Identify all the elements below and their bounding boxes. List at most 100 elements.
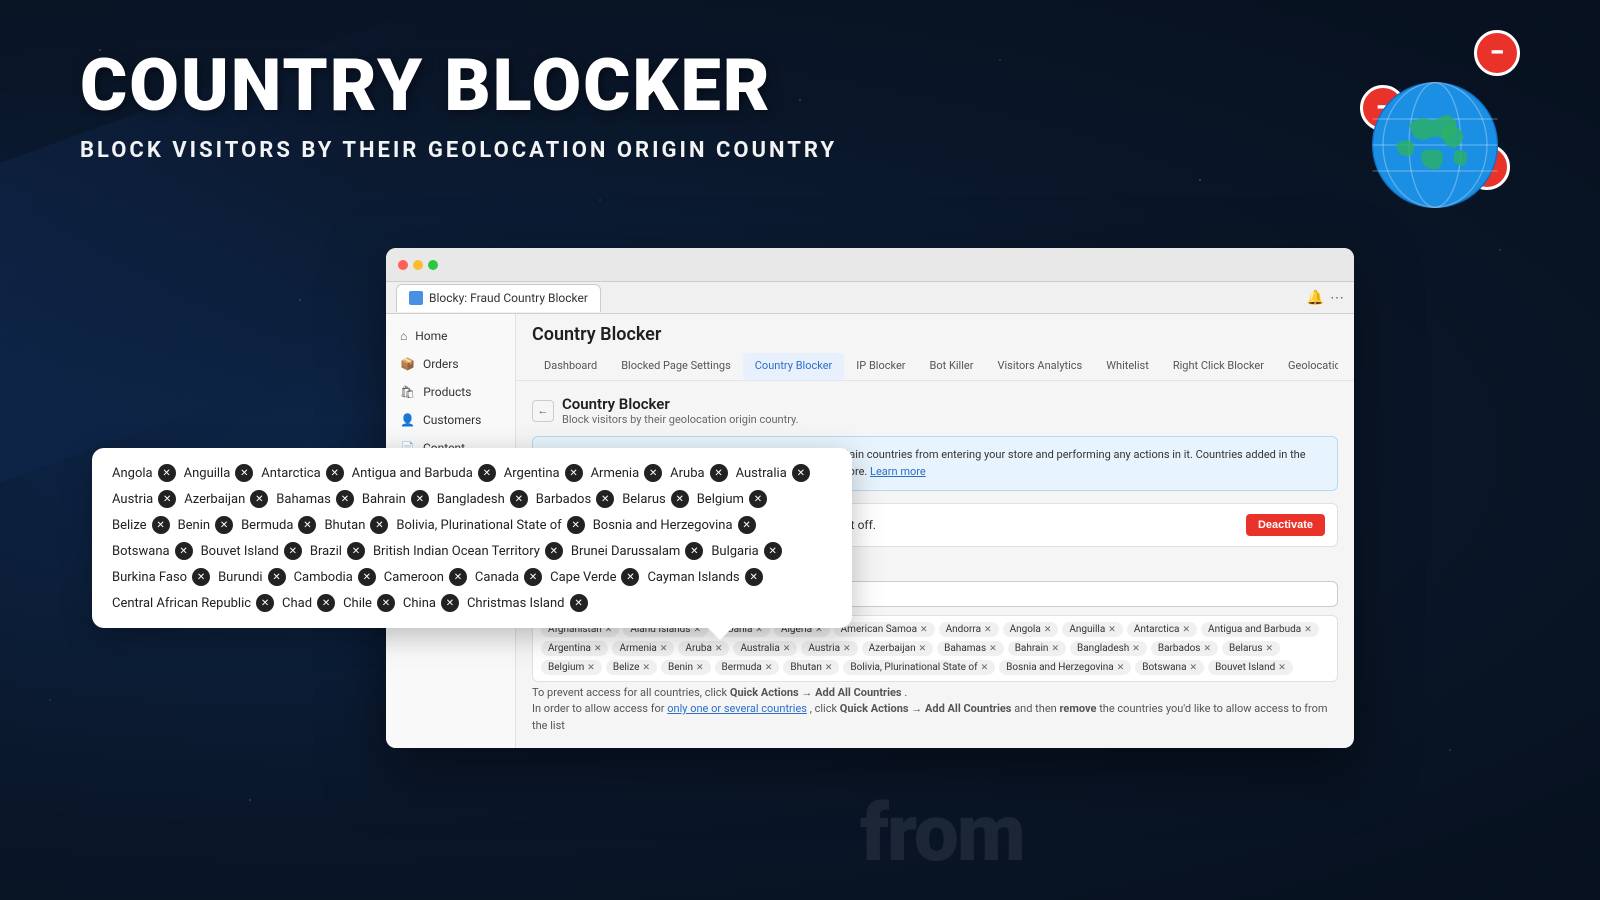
cloud-tag-remove[interactable]: ✕ bbox=[358, 568, 376, 586]
cloud-tag-remove[interactable]: ✕ bbox=[671, 490, 689, 508]
cloud-tag-remove[interactable]: ✕ bbox=[710, 464, 728, 482]
cloud-tag-remove[interactable]: ✕ bbox=[749, 490, 767, 508]
cloud-tag-remove[interactable]: ✕ bbox=[745, 568, 763, 586]
cloud-tag-remove[interactable]: ✕ bbox=[644, 464, 662, 482]
browser-tab[interactable]: Blocky: Fraud Country Blocker bbox=[396, 284, 601, 312]
tab-whitelist[interactable]: Whitelist bbox=[1094, 353, 1161, 380]
cloud-tag-remove[interactable]: ✕ bbox=[524, 568, 542, 586]
tag-remove[interactable]: ✕ bbox=[660, 644, 668, 654]
country-tag: Australia✕ bbox=[733, 641, 797, 656]
cloud-tag-remove[interactable]: ✕ bbox=[347, 542, 365, 560]
cloud-tag-remove[interactable]: ✕ bbox=[449, 568, 467, 586]
cloud-tag-remove[interactable]: ✕ bbox=[298, 516, 316, 534]
tag-remove[interactable]: ✕ bbox=[1132, 644, 1140, 654]
cloud-tag-remove[interactable]: ✕ bbox=[621, 568, 639, 586]
tag-remove[interactable]: ✕ bbox=[1304, 625, 1312, 635]
cloud-tag-remove[interactable]: ✕ bbox=[738, 516, 756, 534]
tag-remove[interactable]: ✕ bbox=[1108, 625, 1116, 635]
tag-remove[interactable]: ✕ bbox=[1051, 644, 1059, 654]
more-icon[interactable]: ⋯ bbox=[1330, 290, 1344, 306]
tag-remove[interactable]: ✕ bbox=[715, 644, 723, 654]
cloud-tag-remove[interactable]: ✕ bbox=[268, 568, 286, 586]
tab-dashboard[interactable]: Dashboard bbox=[532, 353, 609, 380]
sidebar-item-orders[interactable]: 📦 Orders bbox=[386, 350, 515, 378]
country-tag: Bahrain✕ bbox=[1008, 641, 1066, 656]
tab-ip-blocker[interactable]: IP Blocker bbox=[844, 353, 917, 380]
sidebar-item-home[interactable]: ⌂ Home bbox=[386, 322, 515, 350]
back-button[interactable]: ← bbox=[532, 400, 554, 422]
cloud-tag-remove[interactable]: ✕ bbox=[152, 516, 170, 534]
cloud-tag-remove[interactable]: ✕ bbox=[192, 568, 210, 586]
tag-remove[interactable]: ✕ bbox=[783, 644, 791, 654]
cloud-tag-label: Chad bbox=[282, 596, 312, 611]
cloud-tag-remove[interactable]: ✕ bbox=[370, 516, 388, 534]
close-dot[interactable] bbox=[398, 260, 408, 270]
cloud-tag-item: Belgium✕ bbox=[697, 490, 767, 508]
cloud-tag-label: Antigua and Barbuda bbox=[352, 466, 473, 481]
tag-remove[interactable]: ✕ bbox=[843, 644, 851, 654]
cloud-tag-remove[interactable]: ✕ bbox=[175, 542, 193, 560]
cloud-tag-remove[interactable]: ✕ bbox=[377, 594, 395, 612]
cloud-tag-label: Bouvet Island bbox=[201, 544, 279, 559]
cloud-tag-remove[interactable]: ✕ bbox=[284, 542, 302, 560]
tag-remove[interactable]: ✕ bbox=[919, 644, 927, 654]
tag-remove[interactable]: ✕ bbox=[989, 644, 997, 654]
tab-geolocation[interactable]: Geolocation Redirector bbox=[1276, 353, 1338, 380]
tab-visitors-analytics[interactable]: Visitors Analytics bbox=[985, 353, 1094, 380]
learn-more-link[interactable]: Learn more bbox=[870, 465, 926, 478]
tab-right-click[interactable]: Right Click Blocker bbox=[1161, 353, 1276, 380]
cloud-tag-remove[interactable]: ✕ bbox=[411, 490, 429, 508]
tag-remove[interactable]: ✕ bbox=[981, 663, 989, 673]
cloud-tag-remove[interactable]: ✕ bbox=[545, 542, 563, 560]
tag-remove[interactable]: ✕ bbox=[984, 625, 992, 635]
cloud-tag-remove[interactable]: ✕ bbox=[317, 594, 335, 612]
cloud-tag-remove[interactable]: ✕ bbox=[792, 464, 810, 482]
cloud-tag-remove[interactable]: ✕ bbox=[570, 594, 588, 612]
tag-remove[interactable]: ✕ bbox=[696, 663, 704, 673]
cloud-tag-remove[interactable]: ✕ bbox=[510, 490, 528, 508]
tag-remove[interactable]: ✕ bbox=[1044, 625, 1052, 635]
cloud-tag-remove[interactable]: ✕ bbox=[326, 464, 344, 482]
cloud-tag-remove[interactable]: ✕ bbox=[256, 594, 274, 612]
country-tag: Botswana✕ bbox=[1135, 660, 1204, 675]
cloud-tag-remove[interactable]: ✕ bbox=[235, 464, 253, 482]
sidebar-item-customers[interactable]: 👤 Customers bbox=[386, 406, 515, 434]
cloud-tag-remove[interactable]: ✕ bbox=[565, 464, 583, 482]
cloud-tag-label: Armenia bbox=[591, 466, 640, 481]
sidebar-label-orders: Orders bbox=[423, 357, 459, 371]
tag-remove[interactable]: ✕ bbox=[825, 663, 833, 673]
maximize-dot[interactable] bbox=[428, 260, 438, 270]
deactivate-button[interactable]: Deactivate bbox=[1246, 514, 1325, 536]
cloud-tag-remove[interactable]: ✕ bbox=[336, 490, 354, 508]
cloud-tag-remove[interactable]: ✕ bbox=[764, 542, 782, 560]
cloud-tag-remove[interactable]: ✕ bbox=[685, 542, 703, 560]
tab-country-blocker[interactable]: Country Blocker bbox=[743, 353, 845, 380]
cloud-tag-label: Bangladesh bbox=[437, 492, 505, 507]
only-one-link[interactable]: only one or several countries bbox=[667, 702, 807, 715]
sidebar-item-products[interactable]: 🛍 Products bbox=[386, 378, 515, 406]
cloud-tag-remove[interactable]: ✕ bbox=[441, 594, 459, 612]
tab-bot-killer[interactable]: Bot Killer bbox=[918, 353, 986, 380]
tag-remove[interactable]: ✕ bbox=[587, 663, 595, 673]
cloud-tag-remove[interactable]: ✕ bbox=[596, 490, 614, 508]
minimize-dot[interactable] bbox=[413, 260, 423, 270]
cloud-tag-remove[interactable]: ✕ bbox=[158, 490, 176, 508]
tag-remove[interactable]: ✕ bbox=[1183, 625, 1191, 635]
tag-remove[interactable]: ✕ bbox=[920, 625, 928, 635]
tag-remove[interactable]: ✕ bbox=[765, 663, 773, 673]
notification-icon[interactable]: 🔔 bbox=[1307, 290, 1324, 306]
tag-remove[interactable]: ✕ bbox=[1190, 663, 1198, 673]
cloud-tag-remove[interactable]: ✕ bbox=[158, 464, 176, 482]
cloud-tag-remove[interactable]: ✕ bbox=[567, 516, 585, 534]
tag-remove[interactable]: ✕ bbox=[1278, 663, 1286, 673]
cloud-tag-remove[interactable]: ✕ bbox=[250, 490, 268, 508]
cloud-tag-remove[interactable]: ✕ bbox=[478, 464, 496, 482]
tab-blocked-page[interactable]: Blocked Page Settings bbox=[609, 353, 743, 380]
tag-remove[interactable]: ✕ bbox=[642, 663, 650, 673]
tag-remove[interactable]: ✕ bbox=[594, 644, 602, 654]
tag-remove[interactable]: ✕ bbox=[1203, 644, 1211, 654]
cloud-tag-remove[interactable]: ✕ bbox=[215, 516, 233, 534]
tag-remove[interactable]: ✕ bbox=[1117, 663, 1125, 673]
tag-remove[interactable]: ✕ bbox=[1265, 644, 1273, 654]
tag-label: Argentina bbox=[548, 643, 591, 654]
